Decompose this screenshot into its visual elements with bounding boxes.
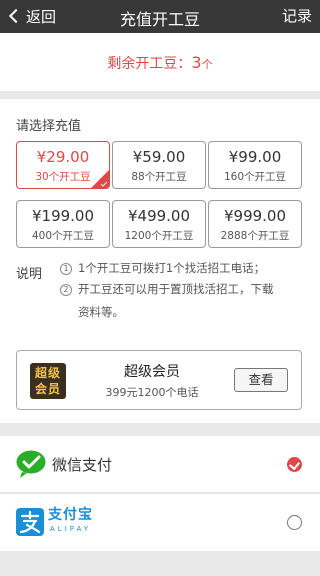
balance-text: 剩余开工豆：3个 — [0, 53, 320, 73]
recharge-option-29[interactable]: ¥29.00 30个开工豆 — [16, 141, 110, 189]
top-bar: 返回 充值开工豆 记录 — [0, 0, 320, 33]
option-price: ¥29.00 — [36, 148, 90, 166]
note-index: 1 — [60, 263, 72, 275]
page-title: 充值开工豆 — [119, 10, 200, 29]
option-beans: 400个开工豆 — [31, 230, 95, 242]
wechat-pay-radio[interactable] — [287, 457, 302, 472]
alipay-logo-text: 支付宝 — [48, 507, 93, 523]
note-text-continued: 资料等。 — [78, 305, 124, 319]
balance-strip: 剩余开工豆：3个 — [0, 33, 320, 91]
option-beans: 2888个开工豆 — [220, 230, 290, 242]
recharge-option-499[interactable]: ¥499.00 1200个开工豆 — [112, 200, 206, 248]
section-label: 请选择充值 — [16, 119, 82, 134]
note-text: 开工豆还可以用于置顶找活招工，下载 — [78, 282, 274, 296]
vip-logo-line1: 超级 — [34, 366, 61, 380]
recharge-option-59[interactable]: ¥59.00 88个开工豆 — [112, 141, 206, 189]
option-price: ¥199.00 — [31, 207, 95, 225]
note-text: 1个开工豆可拨打1个找活招工电话； — [78, 261, 266, 275]
option-price: ¥59.00 — [132, 148, 186, 166]
option-price: ¥999.00 — [223, 207, 287, 225]
payment-alipay[interactable]: 支付宝 ALIPAY — [0, 494, 320, 551]
recharge-panel: 请选择充值 ¥29.00 30个开工豆 ¥59.00 88个开工豆 ¥99.00… — [0, 99, 320, 423]
recharge-option-199[interactable]: ¥199.00 400个开工豆 — [16, 200, 110, 248]
wechat-pay-label: 微信支付 — [52, 456, 113, 474]
option-price: ¥499.00 — [127, 207, 191, 225]
recharge-option-99[interactable]: ¥99.00 160个开工豆 — [208, 141, 302, 189]
balance-value: 3 — [191, 53, 202, 72]
balance-unit: 个 — [201, 58, 213, 71]
vip-card[interactable]: 超级 会员 超级会员 399元1200个电话 查看 — [16, 350, 302, 410]
note-item-2: 2 开工豆还可以用于置顶找活招工，下载 — [60, 279, 274, 300]
note-index: 2 — [60, 284, 72, 296]
note-item-1: 1 1个开工豆可拨打1个找活招工电话； — [60, 258, 265, 279]
notes-label: 说明 — [16, 267, 43, 282]
wechat-pay-icon — [16, 450, 46, 482]
vip-desc: 399元1200个电话 — [105, 386, 199, 399]
alipay-logo-sub: ALIPAY — [50, 525, 92, 533]
vip-logo: 超级 会员 — [30, 363, 66, 399]
option-price: ¥99.00 — [228, 148, 282, 166]
records-link[interactable]: 记录 — [282, 5, 312, 26]
option-beans: 1200个开工豆 — [124, 230, 194, 242]
option-beans: 160个开工豆 — [223, 171, 287, 183]
recharge-option-999[interactable]: ¥999.00 2888个开工豆 — [208, 200, 302, 248]
alipay-radio[interactable] — [287, 515, 302, 530]
option-beans: 88个开工豆 — [131, 171, 187, 183]
alipay-icon — [16, 508, 44, 540]
balance-label: 剩余开工豆： — [107, 56, 192, 72]
vip-view-button[interactable]: 查看 — [234, 368, 288, 392]
payment-wechat[interactable]: 微信支付 — [0, 436, 320, 493]
selected-corner — [91, 170, 109, 188]
vip-name: 超级会员 — [124, 364, 180, 380]
vip-logo-line2: 会员 — [34, 382, 61, 396]
